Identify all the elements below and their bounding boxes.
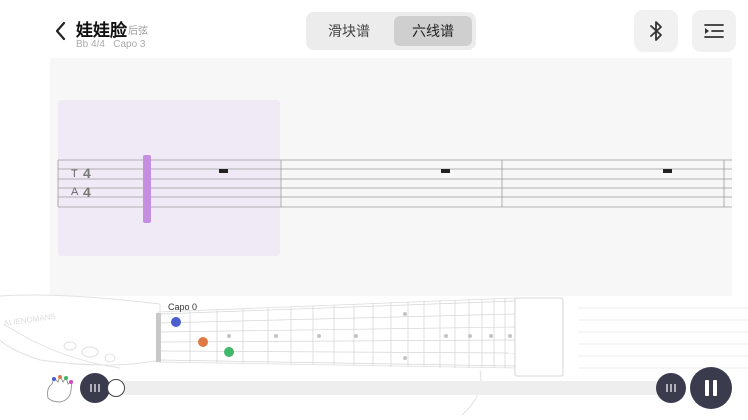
time-signature-top: 4 bbox=[83, 165, 91, 181]
time-signature-bottom: 4 bbox=[83, 184, 91, 200]
pause-button[interactable] bbox=[690, 367, 732, 409]
grip-icon bbox=[90, 384, 100, 392]
fretboard-end-panel bbox=[514, 297, 564, 377]
finger-dot bbox=[198, 337, 208, 347]
tab-clef-a: A bbox=[71, 186, 79, 198]
fretboard: ALIENOMANS bbox=[0, 294, 748, 416]
loop-end-handle[interactable] bbox=[656, 373, 686, 403]
playback-cursor[interactable] bbox=[143, 155, 151, 223]
whole-rest bbox=[219, 169, 228, 173]
hand-icon[interactable] bbox=[44, 372, 78, 404]
progress-thumb[interactable] bbox=[107, 379, 125, 397]
loop-start-handle[interactable] bbox=[80, 373, 110, 403]
tab-clef-t: T bbox=[71, 168, 78, 180]
capo-label: Capo 0 bbox=[168, 302, 198, 312]
whole-rest bbox=[663, 169, 672, 173]
capo-nut bbox=[156, 313, 161, 362]
grip-icon bbox=[666, 384, 676, 392]
whole-rest bbox=[441, 169, 450, 173]
progress-track[interactable] bbox=[105, 381, 658, 395]
finger-dot bbox=[171, 317, 181, 327]
pause-icon bbox=[705, 380, 717, 396]
finger-dot bbox=[224, 347, 234, 357]
tab-staff bbox=[57, 159, 732, 208]
